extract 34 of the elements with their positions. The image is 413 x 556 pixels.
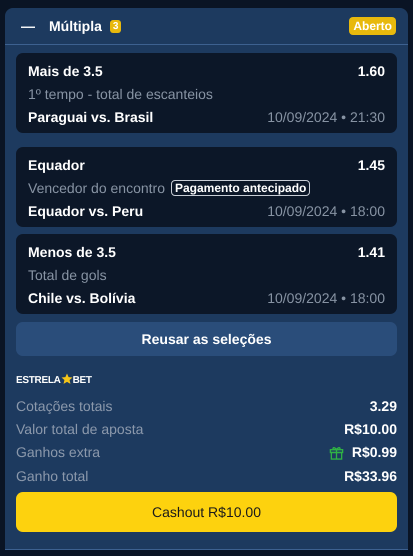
summary-value: R$0.99 bbox=[352, 444, 397, 460]
market-name: 1º tempo - total de escanteios bbox=[28, 86, 213, 102]
match-datetime: 10/09/2024 • 18:00 bbox=[267, 290, 385, 306]
selection-pick: Equador bbox=[28, 156, 85, 172]
summary-label: Cotações totais bbox=[16, 398, 112, 414]
match-name: Equador vs. Peru bbox=[28, 202, 144, 218]
selection-odds: 1.41 bbox=[358, 244, 385, 260]
slip-title: Múltipla bbox=[49, 18, 102, 34]
match-datetime: 10/09/2024 • 18:00 bbox=[267, 202, 385, 218]
brand-logo-text: ESTRELA bbox=[16, 375, 61, 386]
summary-value: R$10.00 bbox=[344, 421, 397, 438]
match-datetime: 10/09/2024 • 21:30 bbox=[267, 108, 385, 124]
market-name: Vencedor do encontro bbox=[28, 180, 165, 196]
selection-pick: Menos de 3.5 bbox=[28, 244, 116, 260]
summary-value: 3.29 bbox=[370, 398, 397, 414]
market-name: Total de gols bbox=[28, 266, 107, 282]
summary-label: Valor total de aposta bbox=[16, 421, 144, 438]
early-payout-tag: Pagamento antecipado bbox=[171, 180, 310, 196]
collapse-icon[interactable]: — bbox=[21, 18, 35, 34]
summary-label: Ganhos extra bbox=[16, 444, 100, 460]
selection-odds: 1.45 bbox=[358, 156, 385, 172]
summary-value: R$33.96 bbox=[344, 468, 397, 484]
selection-count-badge: 3 bbox=[110, 20, 122, 32]
gift-icon bbox=[328, 444, 344, 460]
summary-label: Ganho total bbox=[16, 468, 88, 484]
star-icon bbox=[60, 372, 73, 384]
match-name: Paraguai vs. Brasil bbox=[28, 108, 154, 124]
reuse-selections-button[interactable]: Reusar as seleções bbox=[16, 322, 397, 356]
brand-logo-text: BET bbox=[72, 375, 92, 386]
selection-odds: 1.60 bbox=[358, 62, 385, 78]
cashout-button[interactable]: Cashout R$10.00 bbox=[16, 492, 397, 532]
selection-pick: Mais de 3.5 bbox=[28, 62, 103, 78]
status-badge: Aberto bbox=[349, 17, 396, 35]
match-name: Chile vs. Bolívia bbox=[28, 290, 136, 306]
